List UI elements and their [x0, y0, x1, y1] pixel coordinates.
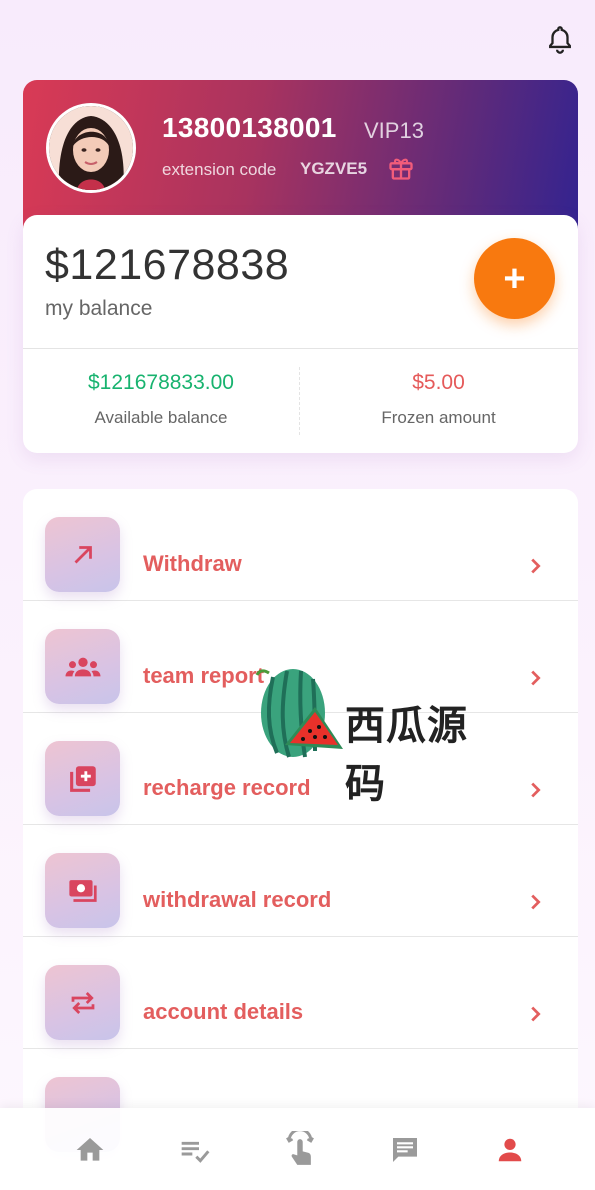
person-icon — [498, 1138, 522, 1162]
watermelon-logo — [255, 669, 343, 758]
divider — [23, 348, 578, 349]
nav-grab[interactable] — [270, 1128, 330, 1172]
frozen-amount-value: $5.00 — [412, 371, 465, 394]
chat-icon — [393, 1138, 417, 1162]
available-balance-value: $121678833.00 — [88, 371, 234, 394]
home-icon — [76, 1138, 104, 1161]
library-add-icon — [45, 741, 120, 816]
avatar-image — [49, 106, 133, 190]
menu-item-account-details[interactable]: account details — [23, 937, 578, 1049]
group-icon — [45, 629, 120, 704]
gift-icon[interactable] — [387, 154, 415, 182]
available-balance-label: Available balance — [94, 408, 228, 427]
watermark-text: 西瓜源码 — [345, 703, 468, 807]
chevron-right-icon — [531, 782, 541, 798]
bell-icon — [549, 26, 571, 54]
nav-tasks[interactable] — [165, 1128, 225, 1172]
menu-item-label: recharge record — [143, 775, 311, 800]
menu-item-label: team report — [143, 663, 265, 688]
user-phone: 13800138001 — [162, 112, 337, 143]
checklist-icon — [181, 1141, 210, 1163]
menu-item-label: Withdraw — [143, 551, 242, 576]
bottom-nav — [0, 1108, 595, 1190]
nav-messages[interactable] — [375, 1128, 435, 1172]
frozen-amount-label: Frozen amount — [381, 408, 496, 427]
vip-level: VIP13 — [364, 118, 424, 143]
extension-code-label: extension code — [162, 160, 277, 179]
menu-item-label: account details — [143, 999, 304, 1024]
chevron-right-icon — [531, 894, 541, 910]
money-icon — [45, 853, 120, 928]
notification-button[interactable] — [544, 24, 576, 56]
balance-label: my balance — [45, 297, 153, 320]
menu-item-withdrawal-record[interactable]: withdrawal record — [23, 825, 578, 937]
nav-home[interactable] — [60, 1128, 120, 1172]
balance-amount: $121678838 — [45, 241, 290, 289]
chevron-right-icon — [531, 558, 541, 574]
tap-icon — [286, 1131, 314, 1165]
repeat-icon — [45, 965, 120, 1040]
chevron-right-icon — [531, 1006, 541, 1022]
menu-item-label: withdrawal record — [143, 887, 332, 912]
watermark: 西瓜源码 — [255, 665, 485, 807]
chevron-right-icon — [531, 670, 541, 686]
nav-profile[interactable] — [480, 1128, 540, 1172]
menu-item-withdraw[interactable]: Withdraw — [23, 489, 578, 601]
menu-list: Withdraw team report recharge record wit… — [23, 489, 578, 1189]
add-funds-button[interactable]: + — [474, 238, 555, 319]
avatar[interactable] — [46, 103, 136, 193]
arrow-up-right-icon — [45, 517, 120, 592]
extension-code-value[interactable]: YGZVE5 — [300, 159, 367, 179]
balance-card: $121678838 my balance + $121678833.00 Av… — [23, 215, 578, 453]
